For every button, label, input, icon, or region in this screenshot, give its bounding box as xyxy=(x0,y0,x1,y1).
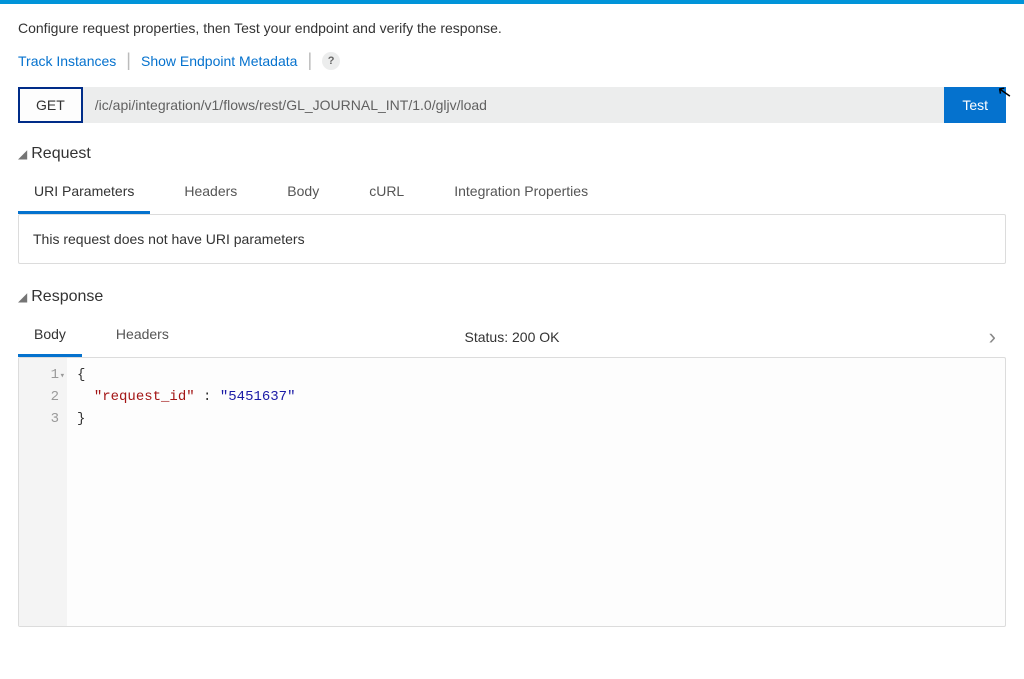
chevron-right-icon[interactable]: › xyxy=(979,324,1006,350)
line-number: 3 xyxy=(51,411,59,427)
request-panel: This request does not have URI parameter… xyxy=(18,214,1006,264)
test-button[interactable]: Test xyxy=(944,87,1006,123)
separator: | xyxy=(307,50,312,71)
status-value: 200 OK xyxy=(512,329,559,345)
help-icon[interactable]: ? xyxy=(322,52,340,70)
code-string: "5451637" xyxy=(220,389,296,405)
code-key: "request_id" xyxy=(94,389,195,405)
fold-icon[interactable]: ▾ xyxy=(60,365,65,387)
response-tab-body[interactable]: Body xyxy=(18,316,82,357)
request-tabs: URI Parameters Headers Body cURL Integra… xyxy=(18,173,1006,215)
endpoint-url-input[interactable] xyxy=(83,87,945,123)
tab-body[interactable]: Body xyxy=(271,173,335,214)
response-section-toggle[interactable]: ◢ Response xyxy=(18,288,1006,306)
track-instances-link[interactable]: Track Instances xyxy=(18,53,116,69)
response-title: Response xyxy=(31,288,103,306)
status-label: Status: xyxy=(465,329,509,345)
line-number: 1 xyxy=(51,367,59,383)
http-method-select[interactable]: GET xyxy=(18,87,83,123)
collapse-icon: ◢ xyxy=(18,147,27,161)
response-tabbar: Body Headers Status: 200 OK › xyxy=(18,316,1006,358)
separator: | xyxy=(126,50,131,71)
request-title: Request xyxy=(31,145,91,163)
tab-integration-properties[interactable]: Integration Properties xyxy=(438,173,604,214)
response-body-panel: 1▾ 2 3 { "request_id" : "5451637" } xyxy=(18,357,1006,627)
response-body-code[interactable]: { "request_id" : "5451637" } xyxy=(67,358,305,626)
tab-uri-parameters[interactable]: URI Parameters xyxy=(18,173,150,214)
tab-headers[interactable]: Headers xyxy=(168,173,253,214)
line-number: 2 xyxy=(51,389,59,405)
line-gutter: 1▾ 2 3 xyxy=(19,358,67,626)
toolbar-links: Track Instances | Show Endpoint Metadata… xyxy=(18,50,1006,71)
tab-curl[interactable]: cURL xyxy=(353,173,420,214)
collapse-icon: ◢ xyxy=(18,290,27,304)
code-brace: { xyxy=(77,367,85,383)
show-endpoint-metadata-link[interactable]: Show Endpoint Metadata xyxy=(141,53,297,69)
instruction-text: Configure request properties, then Test … xyxy=(18,20,1006,36)
endpoint-bar: GET Test xyxy=(18,87,1006,123)
code-brace: } xyxy=(77,411,85,427)
response-tab-headers[interactable]: Headers xyxy=(100,316,185,357)
uri-params-empty-message: This request does not have URI parameter… xyxy=(33,231,305,247)
request-section-toggle[interactable]: ◢ Request xyxy=(18,145,1006,163)
code-colon: : xyxy=(195,389,220,405)
